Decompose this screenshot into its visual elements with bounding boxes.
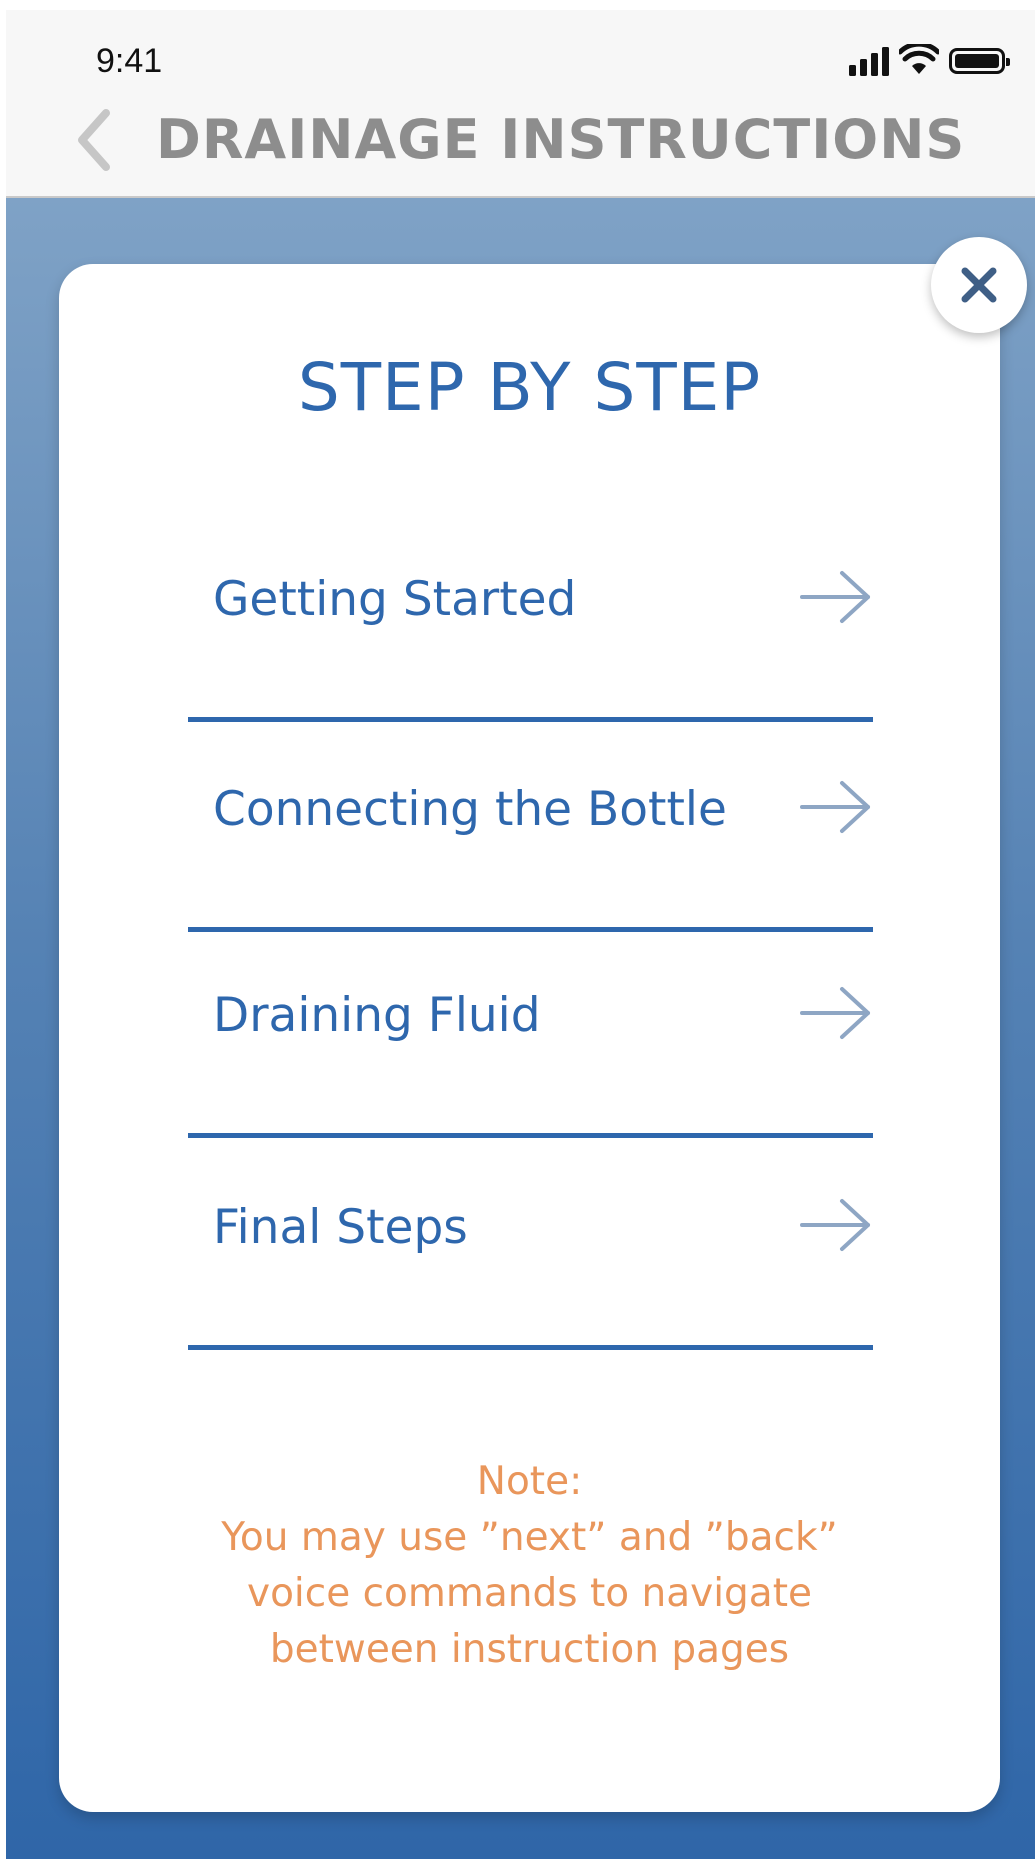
arrow-right-icon	[800, 1199, 870, 1251]
status-icons	[849, 42, 1010, 76]
arrow-right-icon	[800, 571, 870, 623]
app-screen: 9:41 DRAINAGE INSTRUCTIONS STEP BY STEP	[6, 0, 1035, 1859]
arrow-right-icon	[800, 987, 870, 1039]
note-line: voice commands to navigate	[246, 1571, 812, 1616]
note-heading: Note:	[476, 1459, 583, 1504]
step-item-connecting-the-bottle[interactable]: Connecting the Bottle	[188, 722, 873, 932]
back-button[interactable]	[74, 105, 114, 175]
step-item-draining-fluid[interactable]: Draining Fluid	[188, 928, 873, 1138]
close-icon	[961, 267, 997, 303]
page-title: DRAINAGE INSTRUCTIONS	[156, 108, 966, 171]
step-label: Connecting the Bottle	[213, 782, 727, 837]
chevron-left-icon	[78, 109, 110, 171]
close-button[interactable]	[931, 237, 1027, 333]
note-line: You may use ”next” and ”back”	[221, 1515, 838, 1560]
step-label: Final Steps	[213, 1200, 468, 1255]
status-time: 9:41	[96, 42, 163, 80]
step-label: Getting Started	[213, 572, 577, 627]
cellular-signal-icon	[849, 46, 889, 76]
voice-command-note: Note: You may use ”next” and ”back” voic…	[59, 1454, 1000, 1678]
step-item-getting-started[interactable]: Getting Started	[188, 512, 873, 722]
battery-icon	[949, 48, 1010, 74]
note-line: between instruction pages	[269, 1627, 790, 1672]
arrow-right-icon	[800, 781, 870, 833]
wifi-icon	[899, 44, 939, 74]
navigation-bar: 9:41 DRAINAGE INSTRUCTIONS	[6, 10, 1035, 198]
step-item-final-steps[interactable]: Final Steps	[188, 1140, 873, 1350]
modal-title: STEP BY STEP	[297, 349, 762, 426]
step-label: Draining Fluid	[213, 988, 541, 1043]
